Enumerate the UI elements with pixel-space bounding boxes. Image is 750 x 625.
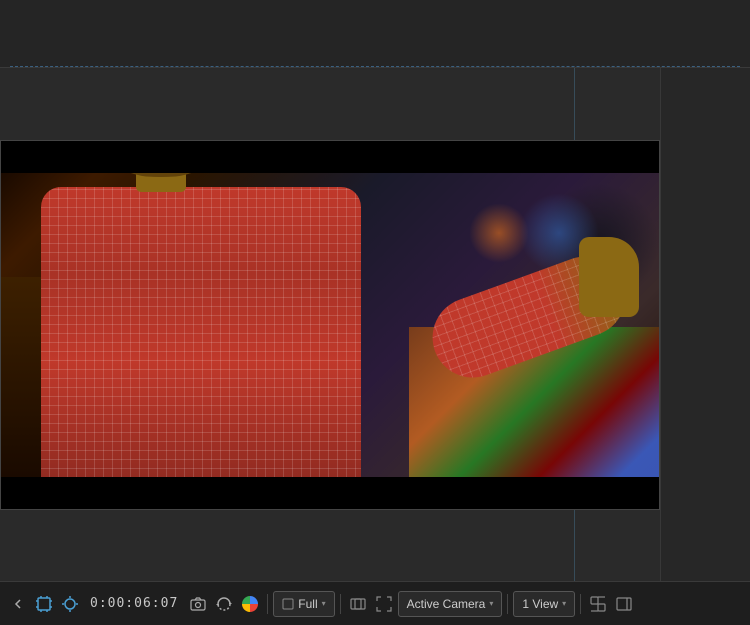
overlay-toggle-button[interactable] <box>346 590 370 618</box>
camera-button[interactable] <box>186 590 210 618</box>
pivot-button[interactable] <box>58 590 82 618</box>
view-resolution-label: Full <box>298 597 317 611</box>
divider-2 <box>340 594 341 614</box>
divider-4 <box>580 594 581 614</box>
scene-image <box>1 173 659 477</box>
google-dots-icon <box>242 596 258 612</box>
fullscreen-icon <box>376 596 392 612</box>
layout-view-arrow: ▾ <box>562 599 566 608</box>
top-bar <box>0 0 750 68</box>
cinematic-bar-bottom <box>1 477 659 509</box>
timecode-display[interactable]: 0:00:06:07 <box>84 596 184 611</box>
panel-icon <box>616 596 632 612</box>
view-icon <box>282 598 294 610</box>
color-dots-button[interactable] <box>238 590 262 618</box>
sync-icon <box>216 596 232 612</box>
swap-icon <box>590 596 606 612</box>
window-swap-button[interactable] <box>586 590 610 618</box>
viewport[interactable] <box>0 140 660 510</box>
character-head <box>91 173 231 177</box>
sync-button[interactable] <box>212 590 236 618</box>
layout-view-dropdown[interactable]: 1 View ▾ <box>513 591 575 617</box>
camera-icon <box>190 596 206 612</box>
top-bar-inner <box>10 0 740 67</box>
view-resolution-arrow: ▾ <box>322 599 326 608</box>
frame-icon <box>36 596 52 612</box>
camera-view-dropdown[interactable]: Active Camera ▾ <box>398 591 503 617</box>
layout-view-label: 1 View <box>522 597 558 611</box>
character-hand <box>579 237 639 317</box>
overlay-icon <box>350 596 366 612</box>
viewport-wrapper <box>0 68 660 581</box>
main-area <box>0 68 750 581</box>
camera-view-label: Active Camera <box>407 597 486 611</box>
camera-view-arrow: ▾ <box>489 599 493 608</box>
cinematic-bar-top <box>1 141 659 173</box>
view-resolution-dropdown[interactable]: Full ▾ <box>273 591 334 617</box>
crosshair-icon <box>62 596 78 612</box>
sidebar-toggle-button[interactable] <box>6 590 30 618</box>
chevron-left-icon <box>10 596 26 612</box>
divider-3 <box>507 594 508 614</box>
fullscreen-button[interactable] <box>372 590 396 618</box>
shirt-pattern <box>41 187 361 477</box>
bottom-toolbar: 0:00:06:07 Full ▾ <box>0 581 750 625</box>
frame-button[interactable] <box>32 590 56 618</box>
character-body <box>41 187 361 477</box>
divider-1 <box>267 594 268 614</box>
main-content-area <box>0 68 750 581</box>
right-panel <box>660 68 750 581</box>
right-panel-toggle-button[interactable] <box>612 590 636 618</box>
character-face <box>91 173 231 177</box>
